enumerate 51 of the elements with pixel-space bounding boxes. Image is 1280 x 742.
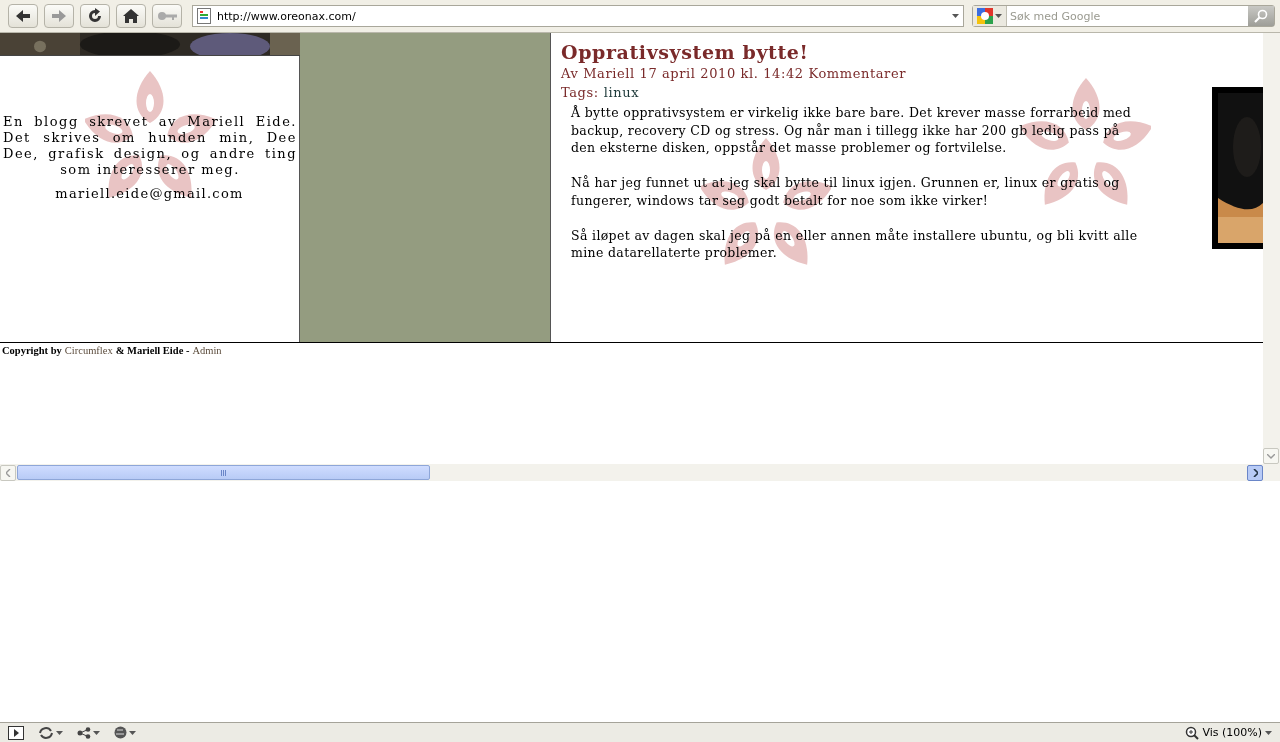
page-icon (197, 8, 211, 24)
home-button[interactable] (116, 4, 146, 28)
reload-icon (87, 8, 103, 24)
search-button[interactable] (1248, 6, 1274, 26)
back-arrow-icon (16, 10, 30, 22)
scroll-right-button[interactable] (1247, 464, 1263, 481)
sync-button[interactable] (38, 726, 63, 739)
search-engine-icon (977, 8, 993, 24)
share-icon (77, 726, 91, 739)
url-text: http://www.oreonax.com/ (217, 9, 357, 23)
caret-icon (56, 730, 63, 735)
scroll-thumb[interactable] (17, 465, 430, 480)
sidebar-toggle-icon[interactable] (8, 725, 24, 740)
share-button[interactable] (77, 726, 100, 739)
post-paragraph: Så iløpet av dagen skal jeg på en eller annen måte installere ubuntu, og bli kvitt alle mine datarellaterte problemer. (571, 226, 1139, 262)
scroll-left-button[interactable] (0, 464, 16, 481)
email-text: mariell.eide@gmail.com (54, 186, 245, 201)
zoom-button[interactable]: Vis (100%) (1185, 725, 1272, 740)
home-icon (123, 9, 139, 23)
back-button[interactable] (8, 4, 38, 28)
caret-icon (129, 730, 136, 735)
reload-button[interactable] (80, 4, 110, 28)
sync-icon (38, 726, 54, 739)
chevron-right-icon (1252, 468, 1258, 477)
post-meta: Av Mariell 17 april 2010 kl. 14:42 Kommentarer (561, 65, 908, 82)
post-paragraph: Nå har jeg funnet ut at jeg skal bytte til linux igjen. Grunnen er, linux er gratis og fungerer, windows tar seg godt betalt for noe som ikke virker! (571, 174, 1121, 209)
address-field[interactable]: http://www.oreonax.com/ (192, 5, 964, 27)
tag-link[interactable]: linux (603, 82, 640, 104)
chevron-down-icon (1267, 453, 1275, 459)
search-icon (1254, 9, 1268, 23)
footer-text: Copyright by (2, 345, 62, 356)
chevron-left-icon (5, 468, 11, 477)
caret-icon (93, 730, 100, 735)
post-paragraph: Å bytte opprativsystem er virkelig ikke bare bare. Det krever masse forrarbeid med backup, recovery CD og stress. Og når man i tillegg ikke har 200 gb ledig pass på den eksterne disken, oppstår det masse problemer og fortvilelse. (571, 104, 1133, 157)
caret-icon (995, 14, 1002, 18)
zoom-icon (1185, 725, 1200, 740)
search-bar[interactable]: Søk med Google (972, 5, 1275, 27)
grip-icon (220, 469, 227, 476)
globe-icon (114, 726, 127, 739)
blog-description: En blogg skrevet av Mariell Eide. Det skrives om hunden min, Dee Dee, grafisk design, og andre ting som interesserer meg. (3, 114, 297, 178)
footer-text: & Mariell Eide - (115, 345, 190, 356)
footer-link[interactable]: Circumflex (64, 345, 113, 356)
key-icon (157, 11, 177, 21)
caret-icon (1265, 730, 1272, 735)
globe-button[interactable] (114, 726, 136, 739)
dropdown-caret-icon (952, 14, 959, 18)
forward-button[interactable] (44, 4, 74, 28)
forward-arrow-icon (52, 10, 66, 22)
post-title: Opprativsystem bytte! (561, 40, 810, 65)
footer-link[interactable]: Admin (192, 345, 222, 356)
tags-label: Tags: (561, 84, 599, 102)
